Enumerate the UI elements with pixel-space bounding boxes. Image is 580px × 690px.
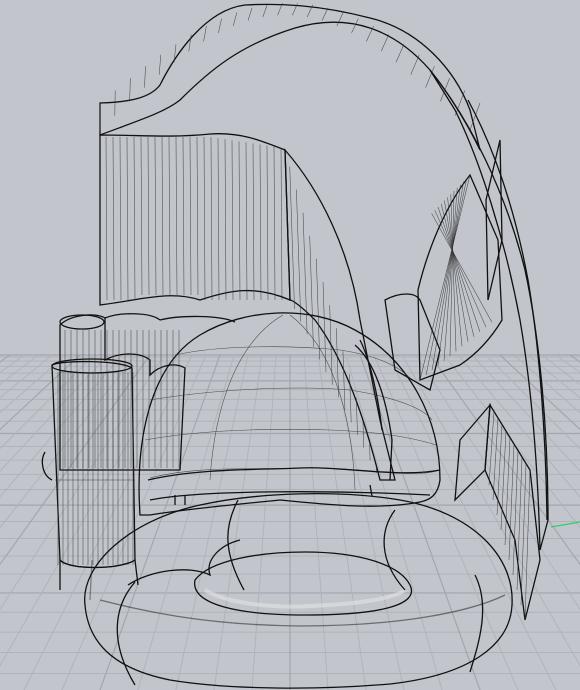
fin-surface[interactable]: [454, 402, 541, 621]
world-axes: [550, 521, 580, 528]
fan-surface[interactable]: [384, 173, 503, 391]
construction-grid: [0, 354, 580, 690]
torus[interactable]: [84, 493, 513, 689]
scene-canvas[interactable]: [0, 0, 580, 690]
swept-arch-surface[interactable]: [99, 3, 481, 151]
viewport-3d[interactable]: [0, 0, 580, 690]
